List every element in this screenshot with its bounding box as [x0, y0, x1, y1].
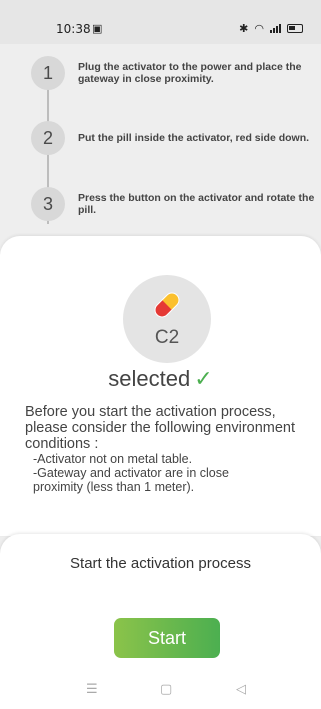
- pill-label: C2: [154, 327, 180, 348]
- status-icons: ✱ ◠: [239, 22, 303, 35]
- info-intro: Before you start the activation process,…: [25, 404, 296, 452]
- selection-card: C2 selected ✓ Before you start the activa…: [0, 236, 321, 536]
- info-bullet: proximity (less than 1 meter).: [33, 480, 195, 494]
- back-icon[interactable]: ◁: [236, 682, 246, 697]
- pill-avatar: C2: [123, 275, 211, 363]
- step-number: 2: [31, 121, 65, 155]
- step-1: 1 Plug the activator to the power and pl…: [31, 56, 321, 90]
- step-2: 2 Put the pill inside the activator, red…: [31, 121, 321, 155]
- check-icon: ✓: [194, 366, 213, 391]
- step-number: 3: [31, 187, 65, 221]
- start-button[interactable]: Start: [114, 618, 220, 658]
- signal-icon: [270, 24, 281, 33]
- step-text: Plug the activator to the power and plac…: [78, 61, 302, 85]
- selected-text: selected: [108, 366, 191, 391]
- battery-icon: [287, 24, 303, 33]
- info-bullet: -Gateway and activator are in close: [33, 466, 229, 480]
- step-text: Put the pill inside the activator, red s…: [78, 132, 310, 144]
- steps-list: 1 Plug the activator to the power and pl…: [0, 44, 321, 234]
- step-3: 3 Press the button on the activator and …: [31, 187, 321, 221]
- activation-title: Start the activation process: [70, 555, 251, 572]
- info-text: Before you start the activation process,…: [25, 404, 315, 494]
- selected-status: selected ✓: [0, 366, 321, 392]
- info-bullet: -Activator not on metal table.: [33, 452, 193, 466]
- status-time: 10:38: [56, 22, 91, 36]
- step-number: 1: [31, 56, 65, 90]
- home-icon[interactable]: ▢: [160, 682, 172, 697]
- menu-icon[interactable]: ☰: [86, 682, 98, 697]
- pill-icon: [154, 292, 180, 318]
- status-bar: 10:38 ▣ ✱ ◠: [0, 0, 321, 44]
- bluetooth-icon: ✱: [239, 22, 249, 35]
- teams-icon: ▣: [92, 22, 103, 35]
- step-text: Press the button on the activator and ro…: [78, 192, 315, 216]
- wifi-icon: ◠: [254, 22, 264, 35]
- system-nav-bar: ☰ ▢ ◁: [0, 682, 321, 709]
